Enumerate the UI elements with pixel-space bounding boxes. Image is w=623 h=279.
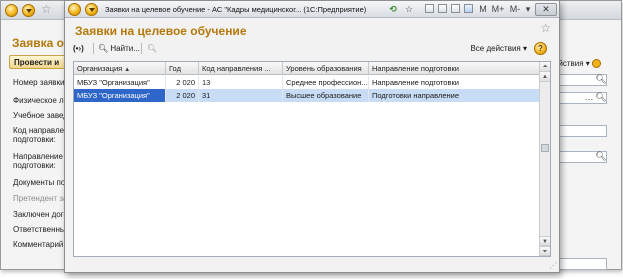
cell-education-level: Высшее образование xyxy=(283,89,369,102)
label-responsible: Ответственный xyxy=(13,225,71,234)
cell-education-level: Среднее профессион... xyxy=(283,76,369,89)
main-menu-icon[interactable] xyxy=(22,4,35,17)
close-icon[interactable]: ✕ xyxy=(535,3,557,16)
find-label: Найти... xyxy=(110,44,140,53)
calendar-icon[interactable] xyxy=(451,4,460,13)
column-header-organization[interactable]: Организация ▲ xyxy=(74,62,166,74)
refresh-icon[interactable]: ⟲ xyxy=(387,4,399,15)
document-icon[interactable] xyxy=(438,4,447,13)
column-header-year[interactable]: Год xyxy=(166,62,199,74)
window-title: Заявки на целевое обучение - АС "Кадры м… xyxy=(105,5,367,14)
column-header-label: Организация xyxy=(77,64,123,73)
label-comment: Комментарий: xyxy=(13,240,66,249)
cell-direction-code: 13 xyxy=(199,76,283,89)
cell-training-direction: Подготовки направление xyxy=(372,91,459,100)
memory-mplus-button[interactable]: M+ xyxy=(491,4,505,15)
column-header-direction-code[interactable]: Код направления ... xyxy=(199,62,283,74)
scroll-top-icon[interactable]: ⏶ xyxy=(540,62,550,72)
scroll-up-icon[interactable]: ▲ xyxy=(540,72,550,82)
main-menu-icon[interactable] xyxy=(85,3,98,16)
toolbar-separator xyxy=(141,43,142,54)
list-heading: Заявки на целевое обучение xyxy=(75,24,247,38)
label-request-number: Номер заявки: xyxy=(13,78,67,87)
post-and-close-button[interactable]: Провести и xyxy=(9,55,67,69)
label-direction-code-2: подготовки: xyxy=(13,135,56,144)
label-training-direction-2: подготовки: xyxy=(13,161,56,170)
requests-table[interactable]: Организация ▲ Год Код направления ... Уро… xyxy=(73,61,551,257)
memory-m-button[interactable]: M xyxy=(478,4,488,15)
find-button[interactable]: 🔍︎ Найти... xyxy=(98,41,140,56)
scroll-bottom-icon[interactable]: ⏷ xyxy=(540,246,550,256)
all-actions-label: Все действия xyxy=(470,44,521,53)
label-documents: Документы под xyxy=(13,178,70,187)
memory-mminus-button[interactable]: M- xyxy=(508,4,522,15)
resize-grip-icon[interactable]: ⋰ xyxy=(549,261,557,270)
titlebar-menu-icon[interactable]: ▾ xyxy=(524,4,532,15)
background-form-title: Заявка о xyxy=(12,36,64,50)
column-header-education-level[interactable]: Уровень образования xyxy=(283,62,369,74)
cell-organization: МБУЗ "Организация" xyxy=(74,89,166,102)
label-applicant-enrolled: Претендент зач xyxy=(13,194,72,203)
help-icon[interactable]: ? xyxy=(534,42,547,55)
list-toolbar: (•›) 🔍︎ Найти... 🔍︎ Все действия ▾ ? xyxy=(73,41,551,56)
search-icon[interactable]: 🔍︎ xyxy=(595,74,607,86)
table-row[interactable]: МБУЗ "Организация" 2 020 13 Среднее проф… xyxy=(74,76,539,89)
calculator-icon[interactable] xyxy=(464,4,473,13)
all-actions-button[interactable]: Все действия ▾ xyxy=(470,41,527,56)
background-help-icon[interactable] xyxy=(592,59,601,69)
label-person: Физическое ли xyxy=(13,96,69,105)
sort-ascending-icon: ▲ xyxy=(124,67,131,73)
scroll-down-icon[interactable]: ▼ xyxy=(540,236,550,246)
vertical-scrollbar[interactable]: ⏶ ▲ ▼ ⏷ xyxy=(539,62,550,256)
cell-direction-code: 31 xyxy=(199,89,283,102)
ellipsis-icon[interactable]: … xyxy=(583,92,595,104)
cancel-search-icon[interactable]: 🔍︎ xyxy=(147,41,157,56)
background-all-actions-label: йствия xyxy=(558,59,584,68)
window-titlebar: Заявки на целевое обучение - АС "Кадры м… xyxy=(65,1,559,18)
cell-year: 2 020 xyxy=(166,76,199,89)
search-icon[interactable]: 🔍︎ xyxy=(595,151,607,163)
search-icon: 🔍︎ xyxy=(98,44,109,53)
toolbar-separator xyxy=(93,43,94,54)
favorite-star-icon[interactable]: ☆ xyxy=(403,4,415,15)
app-menu-icon[interactable] xyxy=(68,3,81,16)
table-header: Организация ▲ Год Код направления ... Уро… xyxy=(74,62,539,75)
table-row-selected[interactable]: МБУЗ "Организация" 2 020 31 Высшее образ… xyxy=(74,89,539,102)
cell-training-direction: Направление подготовки xyxy=(372,78,459,87)
favorite-star-icon[interactable]: ☆ xyxy=(540,21,551,35)
favorite-star-icon[interactable]: ☆ xyxy=(41,2,52,16)
copy-icon[interactable] xyxy=(425,4,434,13)
list-window: Заявки на целевое обучение - АС "Кадры м… xyxy=(64,0,560,273)
cell-organization: МБУЗ "Организация" xyxy=(74,76,166,89)
column-header-training-direction[interactable]: Направление подготовки xyxy=(369,62,541,74)
app-menu-icon[interactable] xyxy=(5,4,18,17)
go-to-icon[interactable]: (•›) xyxy=(73,41,87,56)
search-icon[interactable]: 🔍︎ xyxy=(595,92,607,104)
cell-year: 2 020 xyxy=(166,89,199,102)
scroll-thumb[interactable] xyxy=(541,144,549,152)
background-all-actions-button[interactable]: йствия ▾ xyxy=(558,59,601,69)
